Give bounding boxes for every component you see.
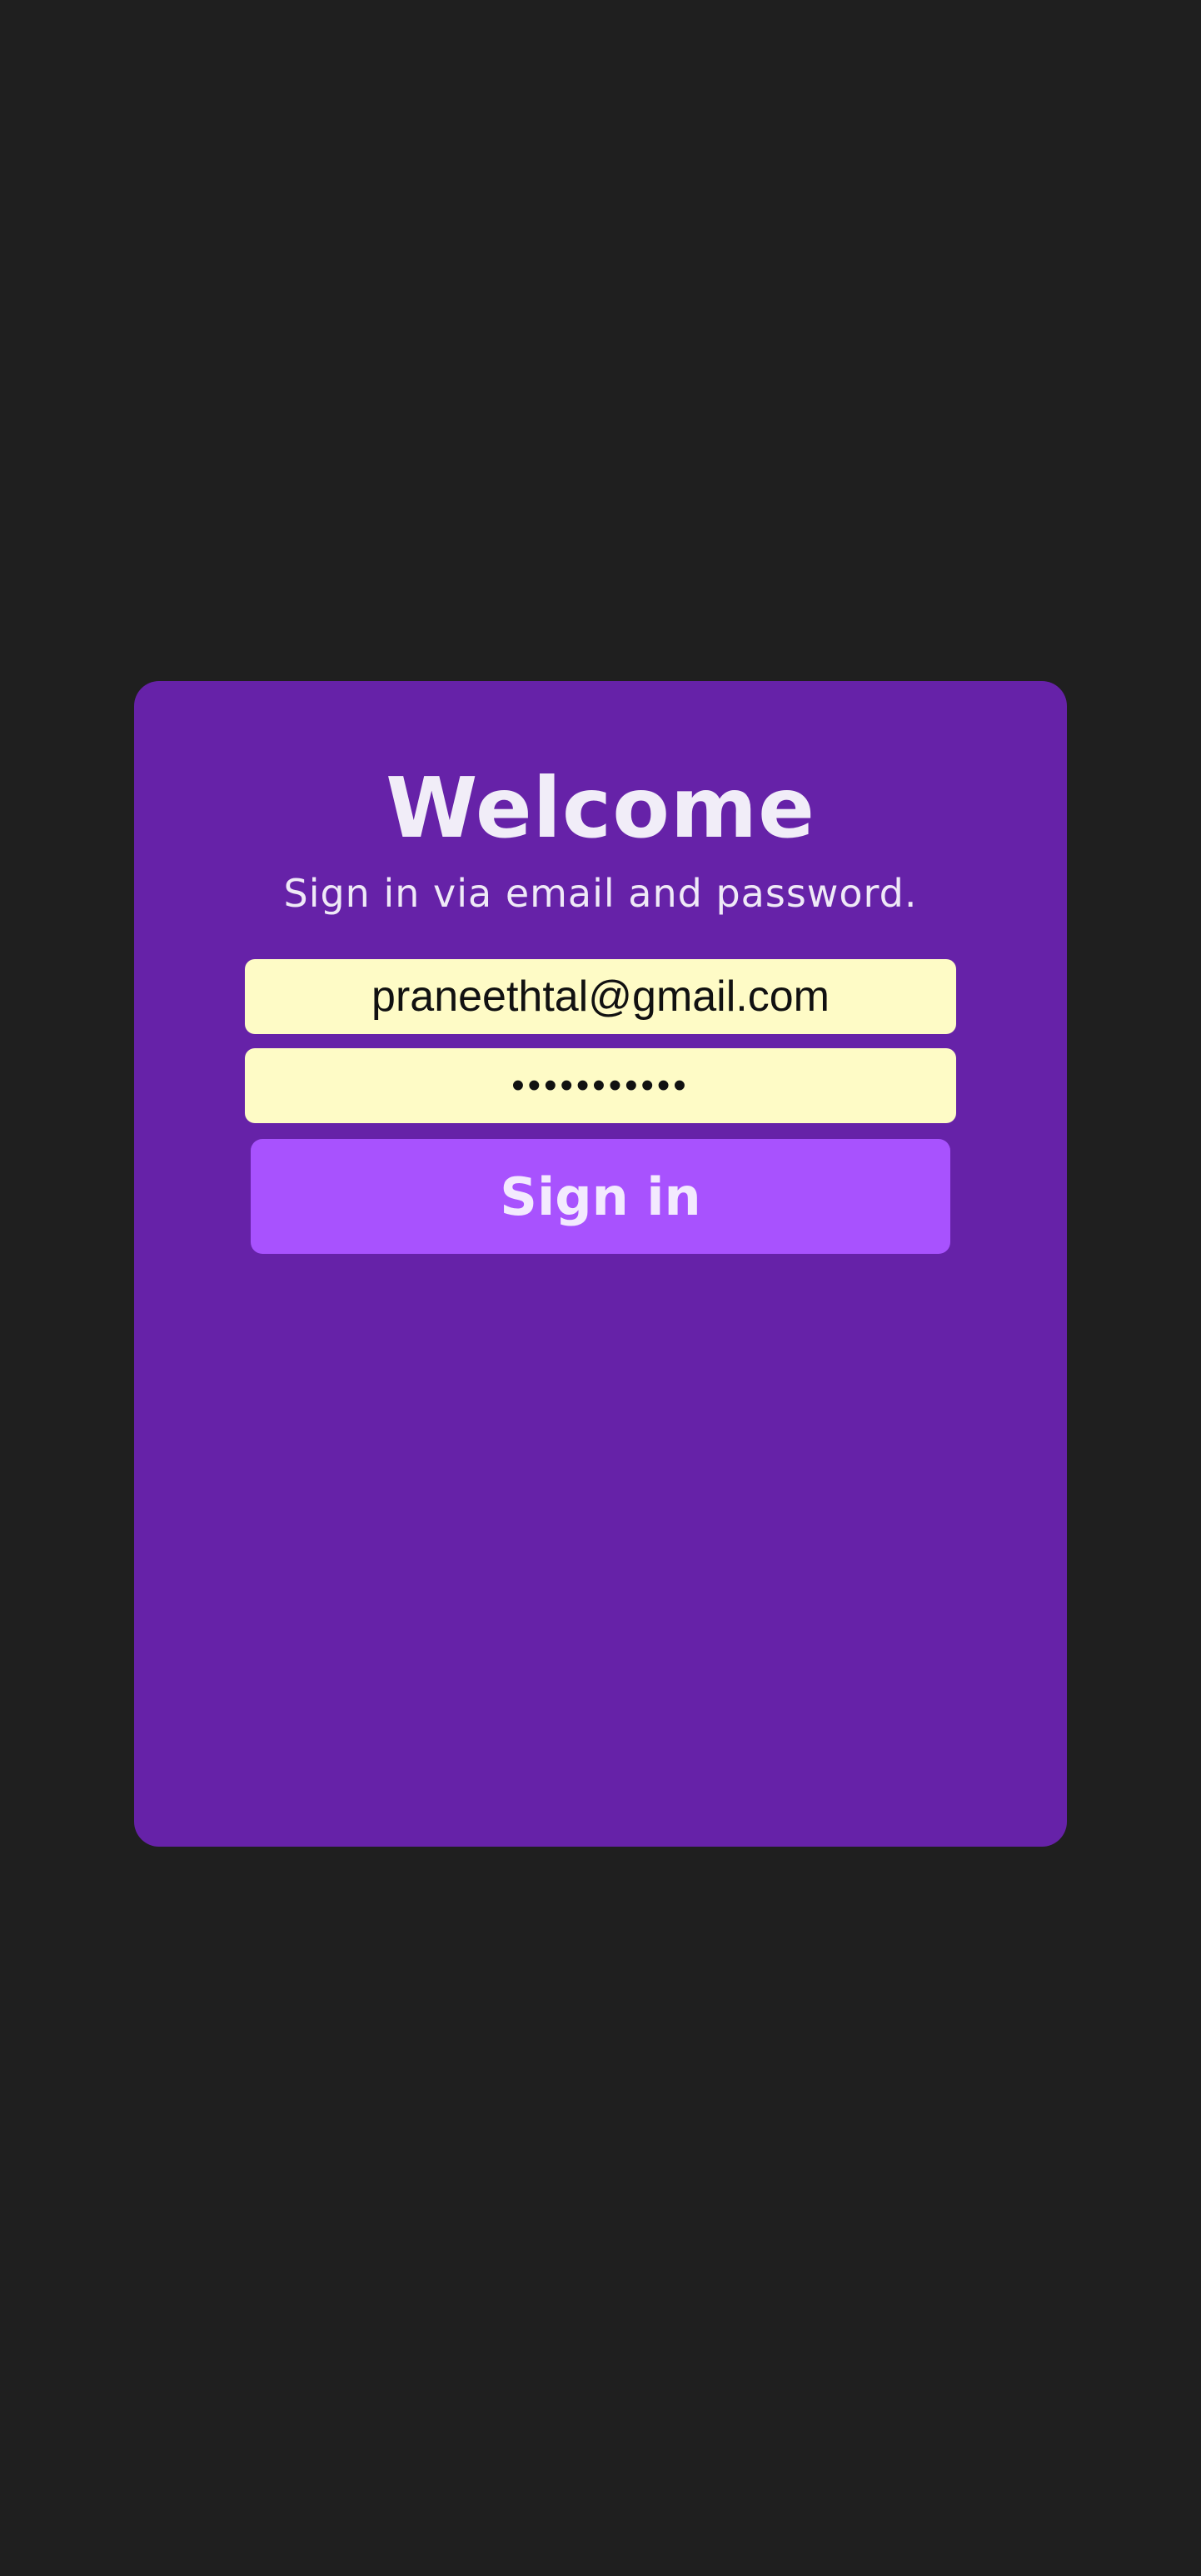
sign-in-button[interactable]: Sign in [251,1139,950,1254]
password-field[interactable] [245,1048,956,1123]
email-field[interactable] [245,959,956,1034]
signin-subtitle: Sign in via email and password. [283,871,918,916]
welcome-title: Welcome [386,759,815,857]
login-card: Welcome Sign in via email and password. … [134,681,1067,1847]
